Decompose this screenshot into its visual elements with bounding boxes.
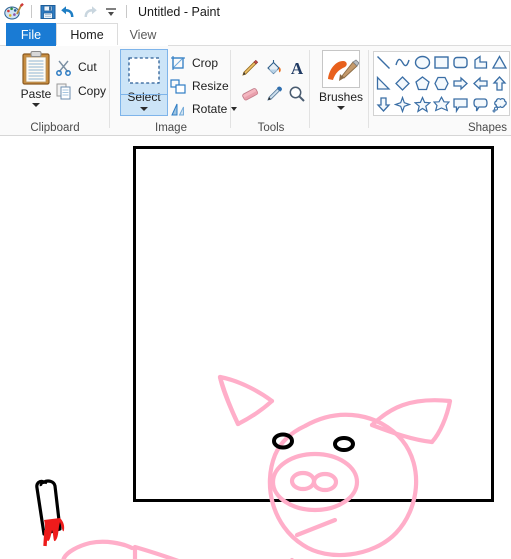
rounded-rectangle-shape[interactable] <box>451 52 470 73</box>
brushes-label: Brushes <box>318 90 364 104</box>
select-button-separator <box>121 94 167 95</box>
line-shape[interactable] <box>374 52 393 73</box>
customize-quick-access-icon[interactable] <box>100 2 121 21</box>
tab-view[interactable]: View <box>118 23 168 46</box>
down-arrow-shape[interactable] <box>374 94 393 115</box>
svg-text:A: A <box>291 59 304 78</box>
paint-palette-icon[interactable] <box>4 2 24 21</box>
fill-with-color-icon[interactable] <box>262 56 286 80</box>
rectangle-shape[interactable] <box>432 52 451 73</box>
four-point-star-shape[interactable] <box>393 94 412 115</box>
copy-button[interactable]: Copy <box>55 80 106 102</box>
copy-pages-icon <box>55 82 73 100</box>
title-separator-1 <box>31 5 32 18</box>
pencil-icon[interactable] <box>238 56 262 80</box>
select-label: Select <box>127 90 161 104</box>
clipboard-group-divider <box>109 50 110 128</box>
scissors-icon <box>55 58 73 76</box>
ribbon-tab-strip: File Home View <box>0 23 511 47</box>
triangle-shape[interactable] <box>490 52 509 73</box>
image-group-divider <box>230 50 231 128</box>
right-triangle-shape[interactable] <box>374 73 393 94</box>
crop-icon <box>169 54 187 72</box>
pentagon-shape[interactable] <box>413 73 432 94</box>
diamond-shape[interactable] <box>393 73 412 94</box>
paintbrush-icon <box>322 50 360 88</box>
rotate-icon <box>169 100 187 118</box>
brushes-dropdown-caret[interactable] <box>337 106 345 110</box>
select-dropdown-caret[interactable] <box>140 107 148 111</box>
ribbon: Paste Cut Copy Clipboard Select Crop Res… <box>0 46 511 136</box>
six-point-star-shape[interactable] <box>432 94 451 115</box>
workspace[interactable] <box>0 137 511 559</box>
save-icon[interactable] <box>37 2 58 21</box>
clipboard-group-label: Clipboard <box>30 122 80 134</box>
brush-cursor <box>35 479 65 547</box>
five-point-star-shape[interactable] <box>413 94 432 115</box>
curve-shape[interactable] <box>393 52 412 73</box>
title-bar: Untitled - Paint <box>0 0 511 23</box>
hexagon-shape[interactable] <box>432 73 451 94</box>
rotate-button[interactable]: Rotate <box>169 98 238 120</box>
paint-window: Untitled - Paint File Home View Paste Cu… <box>0 0 511 559</box>
oval-shape[interactable] <box>413 52 432 73</box>
image-group-label: Image <box>155 122 187 134</box>
cut-label: Cut <box>78 60 97 74</box>
shapes-group-label: Shapes <box>467 122 507 134</box>
tools-group-label: Tools <box>257 122 285 134</box>
resize-button[interactable]: Resize <box>169 75 229 97</box>
up-arrow-shape[interactable] <box>490 73 509 94</box>
cloud-callout-shape[interactable] <box>490 94 509 115</box>
crop-label: Crop <box>192 56 219 70</box>
paste-dropdown-caret[interactable] <box>32 103 40 107</box>
ribbon-group-tools: A Tools <box>232 46 310 136</box>
resize-icon <box>169 77 187 95</box>
select-button[interactable]: Select <box>120 49 168 116</box>
right-arrow-shape[interactable] <box>451 73 470 94</box>
paste-label: Paste <box>20 87 52 101</box>
title-separator-2 <box>126 5 127 18</box>
tab-home[interactable]: Home <box>56 23 118 46</box>
resize-label: Resize <box>192 79 229 93</box>
window-title: Untitled - Paint <box>138 4 220 19</box>
ribbon-group-image: Select Crop Resize Rotate Image <box>111 46 238 136</box>
copy-label: Copy <box>78 84 107 98</box>
left-arrow-shape[interactable] <box>470 73 489 94</box>
tab-file[interactable]: File <box>6 23 56 46</box>
ribbon-group-brushes: Brushes <box>311 46 369 136</box>
text-icon[interactable]: A <box>285 56 309 80</box>
rounded-callout-shape[interactable] <box>470 94 489 115</box>
rectangular-callout-shape[interactable] <box>451 94 470 115</box>
shapes-gallery <box>373 51 510 116</box>
rotate-label: Rotate <box>192 102 228 116</box>
ribbon-group-clipboard: Paste Cut Copy Clipboard <box>0 46 110 136</box>
tools-group-divider <box>309 50 310 128</box>
ribbon-group-shapes: Shapes <box>370 46 511 136</box>
brushes-button[interactable]: Brushes <box>318 50 364 116</box>
eraser-icon[interactable] <box>238 82 262 106</box>
undo-icon[interactable] <box>58 2 79 21</box>
polygon-shape[interactable] <box>470 52 489 73</box>
color-picker-icon[interactable] <box>262 82 286 106</box>
crop-button[interactable]: Crop <box>169 52 218 74</box>
redo-icon <box>79 2 100 21</box>
cut-button[interactable]: Cut <box>55 56 97 78</box>
magnifier-icon[interactable] <box>285 82 309 106</box>
brushes-group-divider <box>368 50 369 128</box>
